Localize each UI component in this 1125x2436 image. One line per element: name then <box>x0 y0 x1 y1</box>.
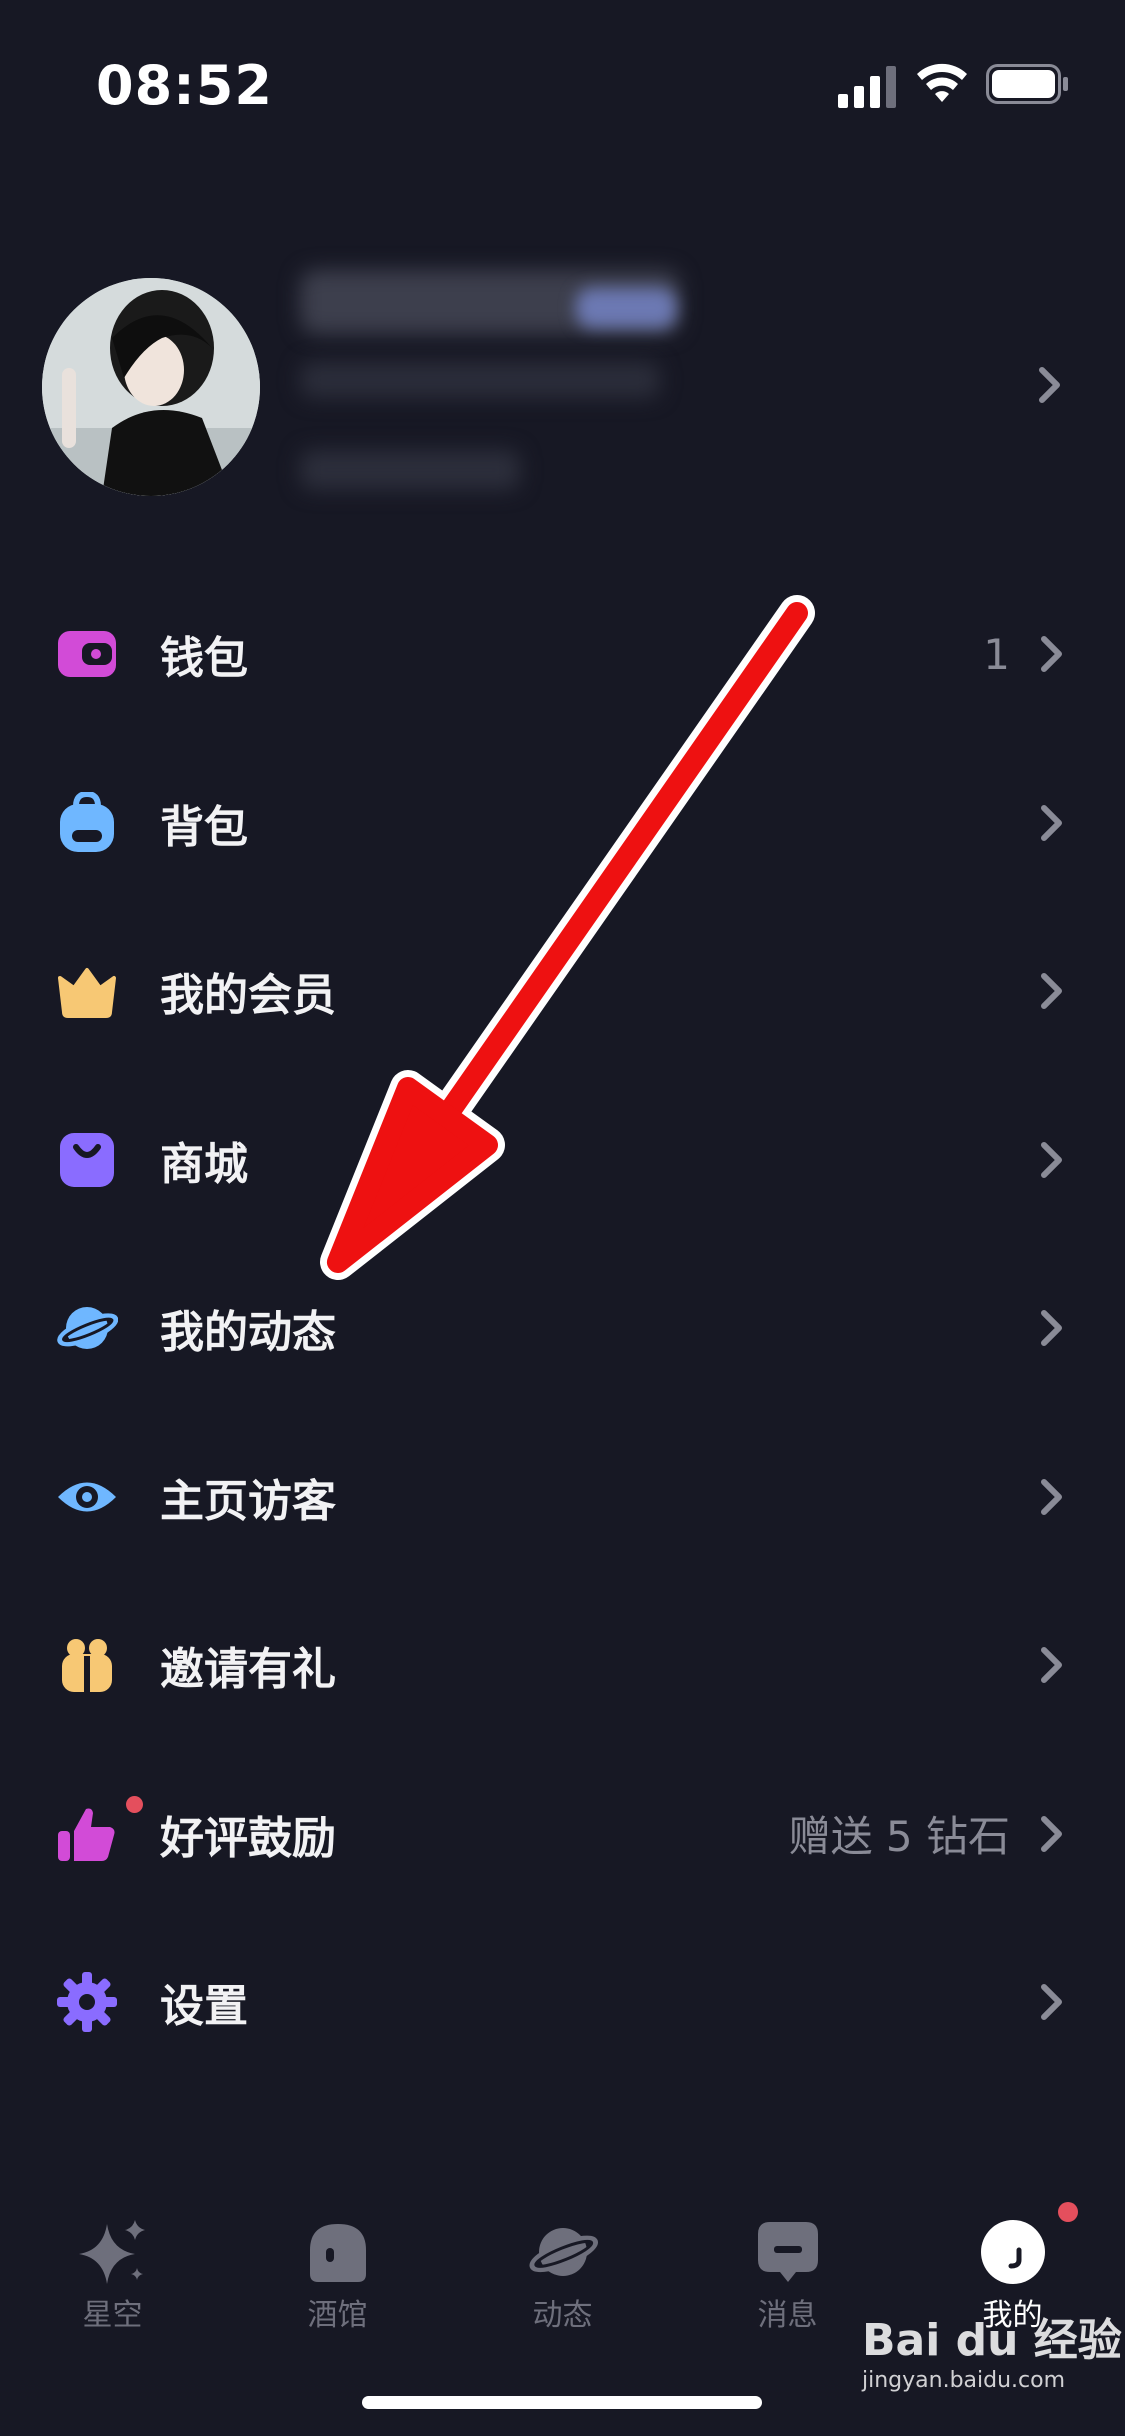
menu-item-invite[interactable]: 邀请有礼 <box>0 1581 1125 1750</box>
tab-feed[interactable]: 动态 <box>450 2180 675 2333</box>
planet-icon <box>529 2228 598 2276</box>
shopping-bag-icon <box>60 1132 114 1187</box>
planet-icon <box>57 1307 118 1350</box>
chevron-right-icon <box>1041 973 1062 1010</box>
sparkle-icon <box>78 2220 145 2284</box>
menu-item-store[interactable]: 商城 <box>0 1076 1125 1245</box>
wallet-icon <box>58 631 116 678</box>
battery-icon <box>986 64 1068 104</box>
tab-label: 酒馆 <box>307 2298 368 2333</box>
notification-dot <box>1058 2202 1078 2222</box>
settings-menu: 钱包 1 背包 我的会员 商城 我的动态 主页访客 邀请有礼 好评鼓励 赠送 5… <box>0 570 1125 2087</box>
chevron-right-icon <box>1041 1310 1062 1347</box>
tab-star-sky[interactable]: 星空 <box>0 2180 225 2333</box>
chevron-right-icon <box>1039 367 1060 403</box>
chevron-right-icon <box>1041 1647 1062 1684</box>
status-bar: 08:52 <box>0 0 1125 150</box>
chevron-right-icon <box>1041 804 1062 841</box>
watermark-brand: Bai du 经验 <box>862 2315 1122 2366</box>
wifi-icon <box>917 63 967 102</box>
menu-item-label: 主页访客 <box>160 1475 336 1527</box>
chevron-right-icon <box>1041 1815 1062 1852</box>
backpack-icon <box>60 791 114 852</box>
tavern-icon <box>309 2224 366 2282</box>
thumbs-up-icon <box>58 1808 115 1861</box>
menu-item-label: 邀请有礼 <box>160 1644 336 1696</box>
reward-note: 赠送 5 钻石 <box>788 1812 1010 1862</box>
menu-item-label: 我的会员 <box>160 970 336 1022</box>
gift-icon <box>62 1639 112 1693</box>
notification-dot <box>126 1795 143 1813</box>
menu-item-label: 设置 <box>160 1981 248 2033</box>
eye-icon <box>58 1482 116 1512</box>
menu-item-my-posts[interactable]: 我的动态 <box>0 1244 1125 1413</box>
menu-item-settings[interactable]: 设置 <box>0 1918 1125 2087</box>
profile-header[interactable] <box>0 270 1125 500</box>
menu-item-label: 背包 <box>160 801 248 853</box>
gear-icon <box>57 1972 117 2033</box>
cellular-signal-icon <box>838 66 896 108</box>
chevron-right-icon <box>1041 1478 1062 1515</box>
avatar[interactable] <box>42 278 260 496</box>
chevron-right-icon <box>1041 636 1062 673</box>
watermark-url: jingyan.baidu.com <box>862 2368 1066 2393</box>
menu-item-visitors[interactable]: 主页访客 <box>0 1413 1125 1582</box>
tab-label: 星空 <box>82 2298 143 2333</box>
menu-item-label: 商城 <box>160 1138 248 1190</box>
status-time: 08:52 <box>96 54 273 117</box>
crown-icon <box>58 968 116 1019</box>
user-stats-blurred <box>300 450 520 490</box>
tab-tavern[interactable]: 酒馆 <box>225 2180 450 2333</box>
avatar-illustration <box>42 278 260 496</box>
message-icon <box>757 2222 818 2282</box>
chevron-right-icon <box>1041 1141 1062 1178</box>
tab-label: 动态 <box>532 2298 593 2333</box>
menu-item-label: 我的动态 <box>160 1307 336 1359</box>
menu-item-wallet[interactable]: 钱包 1 <box>0 570 1125 739</box>
home-indicator <box>362 2396 762 2409</box>
menu-item-rate-app[interactable]: 好评鼓励 赠送 5 钻石 <box>0 1750 1125 1919</box>
menu-item-label: 好评鼓励 <box>160 1812 336 1864</box>
level-badge-blurred <box>576 288 676 328</box>
menu-item-membership[interactable]: 我的会员 <box>0 907 1125 1076</box>
menu-item-label: 钱包 <box>160 633 248 685</box>
user-id-blurred <box>300 362 660 398</box>
profile-icon <box>980 2220 1045 2284</box>
chevron-right-icon <box>1041 1984 1062 2021</box>
wallet-value: 1 <box>983 629 1010 679</box>
menu-item-backpack[interactable]: 背包 <box>0 739 1125 908</box>
